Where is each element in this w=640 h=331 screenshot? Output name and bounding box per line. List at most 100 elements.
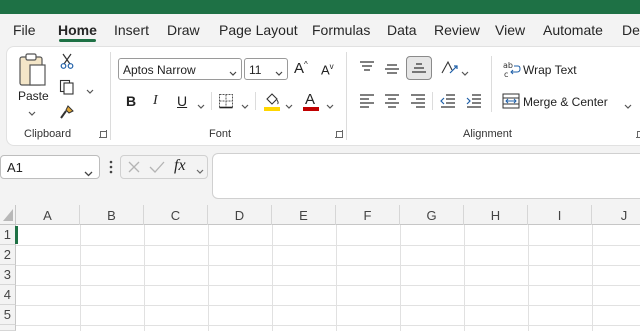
select-all-triangle-icon (3, 209, 13, 224)
format-painter-icon[interactable] (59, 104, 75, 120)
column-header[interactable]: G (400, 205, 464, 225)
tab-draw[interactable]: Draw (167, 22, 200, 38)
name-box[interactable]: A1 (0, 155, 100, 179)
font-color-swatch (303, 107, 319, 111)
align-right-icon[interactable] (410, 94, 426, 108)
tab-automate[interactable]: Automate (543, 22, 603, 38)
tab-page-layout[interactable]: Page Layout (219, 22, 298, 38)
name-box-chevron-icon[interactable] (84, 165, 93, 180)
column-gridline (80, 225, 81, 331)
font-launcher-icon[interactable] (335, 130, 343, 138)
tab-view[interactable]: View (495, 22, 525, 38)
column-header[interactable]: F (336, 205, 400, 225)
formula-input[interactable] (212, 153, 640, 199)
borders-chevron-icon[interactable] (241, 99, 249, 113)
paste-dropdown-chevron-icon[interactable] (28, 106, 36, 120)
orientation-chevron-icon[interactable] (461, 66, 469, 80)
tab-file[interactable]: File (13, 22, 36, 38)
cut-icon[interactable] (60, 53, 74, 69)
align-left-icon[interactable] (359, 94, 375, 108)
column-gridline (592, 225, 593, 331)
active-row-indicator (15, 226, 18, 244)
row-gridline (16, 305, 640, 306)
row-header[interactable]: 2 (0, 245, 16, 265)
column-gridline (336, 225, 337, 331)
grow-font-button[interactable]: A^ (294, 60, 308, 77)
column-header[interactable]: C (144, 205, 208, 225)
cancel-icon[interactable] (127, 160, 141, 174)
copy-icon[interactable] (59, 79, 75, 95)
borders-icon[interactable] (218, 93, 234, 109)
merge-center-button[interactable]: Merge & Center (523, 95, 608, 109)
align-separator (432, 92, 433, 110)
tab-home[interactable]: Home (58, 22, 97, 38)
column-header[interactable]: B (80, 205, 144, 225)
tab-developer[interactable]: Dev (622, 22, 640, 38)
middle-align-icon[interactable] (384, 63, 400, 75)
column-gridline (144, 225, 145, 331)
font-name-chevron-icon (229, 66, 237, 80)
row-header[interactable]: 4 (0, 285, 16, 305)
underline-button[interactable]: U (177, 93, 187, 109)
tab-insert[interactable]: Insert (114, 22, 149, 38)
column-header[interactable]: H (464, 205, 528, 225)
enter-icon[interactable] (149, 160, 165, 174)
underline-chevron-icon[interactable] (197, 99, 205, 113)
row-header (0, 325, 16, 331)
row-header[interactable]: 3 (0, 265, 16, 285)
increase-indent-icon[interactable] (466, 94, 482, 108)
merge-center-chevron-icon[interactable] (624, 99, 632, 113)
shrink-font-button[interactable]: Av (321, 62, 334, 77)
column-header[interactable]: A (16, 205, 80, 225)
column-header[interactable]: I (528, 205, 592, 225)
orientation-icon[interactable] (440, 60, 458, 76)
font-size-chevron-icon (275, 66, 283, 80)
bold-button[interactable]: B (126, 93, 136, 109)
font-separator (211, 92, 212, 110)
row-header[interactable]: 5 (0, 305, 16, 325)
group-separator (346, 52, 347, 140)
grow-font-letter: A (294, 60, 305, 77)
tab-formulas[interactable]: Formulas (312, 22, 370, 38)
column-header-row: A B C D E F G H I J (0, 205, 640, 225)
column-header[interactable]: E (272, 205, 336, 225)
merge-center-icon[interactable] (502, 93, 520, 109)
row-gridline (16, 285, 640, 286)
column-header[interactable]: J (592, 205, 640, 225)
wrap-text-icon[interactable]: ab c (503, 60, 521, 78)
tab-data[interactable]: Data (387, 22, 417, 38)
alignment-group-label: Alignment (463, 128, 512, 140)
fill-color-chevron-icon[interactable] (285, 99, 293, 113)
fill-color-icon[interactable] (263, 91, 281, 111)
clipboard-launcher-icon[interactable] (99, 130, 107, 138)
insert-function-button[interactable]: fx (174, 157, 186, 175)
clipboard-group-label: Clipboard (24, 128, 72, 140)
font-size-select[interactable]: 11 (244, 58, 288, 80)
align-separator (491, 56, 492, 112)
bottom-align-icon (411, 62, 427, 74)
decrease-indent-icon[interactable] (440, 94, 456, 108)
more-options-icon[interactable] (109, 160, 113, 174)
column-header[interactable]: D (208, 205, 272, 225)
paste-label[interactable]: Paste (18, 89, 49, 103)
alignment-launcher-icon[interactable] (636, 130, 640, 138)
row-gridline (16, 325, 640, 326)
fx-chevron-icon[interactable] (196, 164, 204, 178)
svg-text:ab: ab (503, 61, 513, 70)
paste-icon[interactable] (18, 52, 48, 88)
font-color-button[interactable]: A (305, 91, 315, 108)
tab-review[interactable]: Review (434, 22, 480, 38)
font-name-select[interactable]: Aptos Narrow (118, 58, 242, 80)
font-size-value: 11 (249, 63, 262, 77)
font-group-label: Font (209, 128, 232, 140)
copy-dropdown-chevron-icon[interactable] (86, 84, 94, 98)
italic-button[interactable]: I (153, 93, 158, 109)
top-align-icon[interactable] (359, 61, 375, 73)
wrap-text-button[interactable]: Wrap Text (523, 63, 577, 77)
font-name-value: Aptos Narrow (123, 63, 196, 77)
align-center-icon[interactable] (384, 94, 400, 108)
row-header[interactable]: 1 (0, 225, 16, 245)
title-bar (0, 0, 640, 14)
shrink-font-letter: A (321, 62, 330, 78)
font-color-chevron-icon[interactable] (326, 99, 334, 113)
